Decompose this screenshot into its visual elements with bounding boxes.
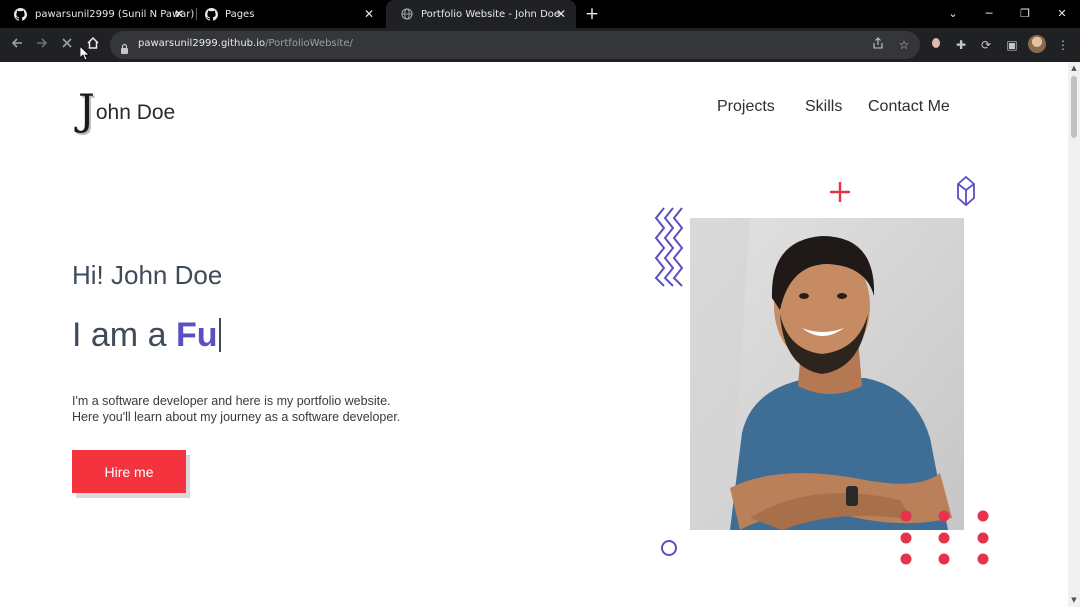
close-window-icon[interactable]: ✕ bbox=[1052, 4, 1072, 24]
scroll-up-icon[interactable]: ▲ bbox=[1070, 64, 1078, 72]
webpage-viewport: J ohn Doe Projects Skills Contact Me Hi!… bbox=[0, 62, 1068, 607]
person-photo-icon bbox=[690, 218, 964, 530]
nav-link-projects[interactable]: Projects bbox=[717, 98, 775, 116]
scrollbar-thumb[interactable] bbox=[1071, 76, 1077, 138]
mouse-cursor-icon bbox=[80, 46, 89, 60]
share-icon[interactable] bbox=[870, 37, 886, 53]
refresh-extension-icon[interactable]: ⟳ bbox=[977, 36, 995, 54]
page-scrollbar[interactable]: ▲ ▼ bbox=[1068, 62, 1080, 607]
extensions-puzzle-icon[interactable]: ✚ bbox=[952, 36, 970, 54]
close-tab-icon[interactable]: ✕ bbox=[172, 7, 186, 21]
hero-description: I'm a software developer and here is my … bbox=[72, 393, 400, 425]
browser-toolbar: pawarsunil2999.github.io/PortfolioWebsit… bbox=[0, 28, 1080, 62]
hero-typing-line: I am a Fu bbox=[72, 316, 222, 355]
browser-tab-pages[interactable]: Pages ✕ bbox=[190, 0, 384, 28]
description-line: I'm a software developer and here is my … bbox=[72, 394, 391, 408]
close-tab-icon[interactable]: ✕ bbox=[554, 7, 568, 21]
stop-loading-icon[interactable] bbox=[58, 36, 76, 54]
logo-initial: J bbox=[78, 85, 95, 134]
description-line: Here you'll learn about my journey as a … bbox=[72, 410, 401, 424]
intro-prefix: I am a bbox=[72, 316, 176, 354]
browser-tab-strip: pawarsunil2999 (Sunil N Pawar) ✕ Pages ✕… bbox=[0, 0, 1080, 28]
minimize-icon[interactable]: ─ bbox=[979, 4, 999, 24]
scroll-down-icon[interactable]: ▼ bbox=[1070, 596, 1078, 604]
side-panel-icon[interactable]: ▣ bbox=[1003, 36, 1021, 54]
ring-decoration-icon bbox=[661, 540, 677, 556]
url-host: pawarsunil2999.github.io bbox=[138, 38, 266, 49]
url-path: /PortfolioWebsite/ bbox=[265, 38, 353, 49]
extension-icon[interactable] bbox=[927, 36, 945, 54]
url-text[interactable]: pawarsunil2999.github.io/PortfolioWebsit… bbox=[138, 38, 353, 49]
plus-decoration-icon bbox=[830, 182, 850, 202]
forward-icon[interactable] bbox=[33, 36, 51, 54]
browser-tab-github-profile[interactable]: pawarsunil2999 (Sunil N Pawar) ✕ bbox=[0, 0, 194, 28]
tab-title: Pages bbox=[225, 8, 255, 20]
profile-avatar[interactable] bbox=[1028, 35, 1046, 53]
nav-link-contact[interactable]: Contact Me bbox=[868, 98, 950, 116]
back-icon[interactable] bbox=[8, 36, 26, 54]
tab-title: Portfolio Website - John Doe bbox=[421, 8, 561, 20]
nav-link-skills[interactable]: Skills bbox=[805, 98, 842, 116]
zigzag-decoration-icon bbox=[654, 207, 684, 287]
logo-text: ohn Doe bbox=[95, 101, 176, 124]
github-icon bbox=[14, 7, 28, 21]
dots-decoration-icon bbox=[900, 510, 989, 565]
hire-me-button[interactable]: Hire me bbox=[72, 450, 186, 493]
tab-title: pawarsunil2999 (Sunil N Pawar) bbox=[34, 8, 194, 20]
profile-photo bbox=[690, 218, 964, 530]
tab-search-icon[interactable]: ⌄ bbox=[943, 4, 963, 24]
browser-tab-portfolio[interactable]: Portfolio Website - John Doe ✕ bbox=[386, 0, 576, 28]
address-bar[interactable]: pawarsunil2999.github.io/PortfolioWebsit… bbox=[110, 31, 920, 59]
globe-icon bbox=[400, 7, 414, 21]
typing-caret bbox=[219, 318, 222, 352]
crystal-decoration-icon bbox=[957, 175, 975, 207]
bookmark-star-icon[interactable]: ☆ bbox=[896, 37, 912, 53]
typed-role-text: Fu bbox=[175, 316, 218, 354]
menu-dots-icon[interactable]: ⋮ bbox=[1054, 36, 1072, 54]
hero-greeting: Hi! John Doe bbox=[72, 260, 223, 290]
github-icon bbox=[204, 7, 218, 21]
restore-icon[interactable]: ❐ bbox=[1015, 4, 1035, 24]
new-tab-button[interactable]: + bbox=[584, 5, 600, 23]
site-logo[interactable]: J ohn Doe bbox=[78, 85, 176, 134]
close-tab-icon[interactable]: ✕ bbox=[362, 7, 376, 21]
lock-icon[interactable] bbox=[120, 39, 129, 58]
